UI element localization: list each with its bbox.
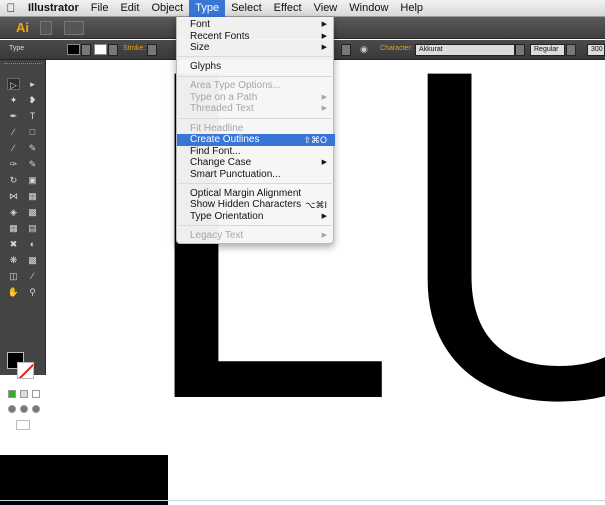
artboard-tool-icon[interactable]: ◫: [7, 270, 20, 282]
menu-effect[interactable]: Effect: [268, 0, 308, 17]
menu-bar:  Illustrator File Edit Object Type Sele…: [0, 0, 605, 17]
menu-item-area-type-options[interactable]: Area Type Options...: [177, 80, 335, 92]
panel-grip[interactable]: [4, 63, 42, 67]
width-tool-icon[interactable]: ⋈: [7, 190, 20, 202]
stroke-weight-stepper[interactable]: [147, 44, 157, 56]
eyedropper-tool-icon[interactable]: ✖: [7, 238, 20, 250]
shortcut-label: ⇧⌘O: [303, 135, 327, 145]
stroke-swatch-icon[interactable]: [17, 362, 34, 379]
tools-panel: ▷ ▸ ✦ ❥ ✒ T ∕ □ ∕ ✎ ✑ ✎ ↻ ▣ ⋈ ▦ ◈ ▩ ▦ ▤ …: [0, 60, 46, 430]
fill-color-swatch[interactable]: [67, 44, 80, 55]
ai-logo: Ai: [16, 20, 29, 35]
font-size-field[interactable]: 300: [587, 44, 605, 56]
menu-file[interactable]: File: [85, 0, 115, 17]
type-menu-dropdown: Font ▶ Recent Fonts ▶ Size ▶ Glyphs Area Ty…: [176, 17, 335, 244]
symbol-sprayer-tool-icon[interactable]: ❋: [7, 254, 20, 266]
pencil-tool-icon[interactable]: ✎: [26, 142, 39, 154]
control-mode-label: Type: [9, 45, 25, 52]
menu-separator: [178, 76, 334, 77]
menu-app-illustrator[interactable]: Illustrator: [22, 0, 85, 17]
draw-inside-icon[interactable]: [32, 405, 40, 413]
menu-item-create-outlines[interactable]: Create Outlines ⇧⌘O: [177, 134, 335, 146]
column-graph-tool-icon[interactable]: ▩: [26, 254, 39, 266]
menu-type[interactable]: Type: [189, 0, 226, 17]
shape-builder-tool-icon[interactable]: ◈: [7, 206, 20, 218]
blend-tool-icon[interactable]: ◐: [26, 238, 39, 250]
menu-item-threaded-text[interactable]: Threaded Text ▶: [177, 103, 335, 115]
letter-l-fragment: [0, 455, 168, 505]
color-mode-icon[interactable]: [8, 390, 16, 398]
menu-window[interactable]: Window: [343, 0, 394, 17]
menu-help[interactable]: Help: [394, 0, 429, 17]
arrange-documents-button[interactable]: [64, 21, 84, 35]
paintbrush-tool-icon[interactable]: ∕: [7, 142, 20, 154]
opacity-dropdown[interactable]: [341, 44, 351, 56]
submenu-arrow-icon: ▶: [321, 21, 327, 28]
character-label[interactable]: Character:: [380, 45, 413, 52]
menu-select[interactable]: Select: [225, 0, 268, 17]
menu-item-glyphs[interactable]: Glyphs: [177, 61, 335, 73]
magic-wand-tool-icon[interactable]: ✦: [7, 94, 20, 106]
menu-item-size[interactable]: Size ▶: [177, 42, 335, 54]
type-tool-icon[interactable]: T: [26, 110, 39, 122]
font-family-dropdown[interactable]: [515, 44, 525, 56]
lasso-tool-icon[interactable]: ❥: [26, 94, 39, 106]
gradient-tool-icon[interactable]: ▤: [26, 222, 39, 234]
pen-tool-icon[interactable]: ✒: [7, 110, 20, 122]
hand-tool-icon[interactable]: ✋: [7, 286, 20, 298]
mesh-tool-icon[interactable]: ▦: [7, 222, 20, 234]
scale-tool-icon[interactable]: ▣: [26, 174, 39, 186]
menu-item-change-case[interactable]: Change Case ▶: [177, 157, 335, 169]
submenu-arrow-icon: ▶: [321, 213, 327, 220]
free-transform-tool-icon[interactable]: ▦: [26, 190, 39, 202]
submenu-arrow-icon: ▶: [321, 159, 327, 166]
font-family-field[interactable]: Akkurat: [415, 44, 515, 56]
rotate-tool-icon[interactable]: ↻: [7, 174, 20, 186]
menu-item-type-orientation[interactable]: Type Orientation ▶: [177, 211, 335, 223]
font-style-field[interactable]: Regular: [530, 44, 565, 56]
apple-icon[interactable]: : [0, 1, 22, 15]
eraser-tool-icon[interactable]: ✎: [26, 158, 39, 170]
menu-item-show-hidden-characters[interactable]: Show Hidden Characters ⌥⌘I: [177, 199, 335, 211]
fill-dropdown[interactable]: [81, 44, 91, 56]
line-tool-icon[interactable]: ∕: [7, 126, 20, 138]
menu-separator: [178, 183, 334, 184]
menu-object[interactable]: Object: [145, 0, 189, 17]
submenu-arrow-icon: ▶: [321, 232, 327, 239]
perspective-grid-tool-icon[interactable]: ▩: [26, 206, 39, 218]
blob-brush-tool-icon[interactable]: ✑: [7, 158, 20, 170]
stroke-dropdown[interactable]: [108, 44, 118, 56]
none-mode-icon[interactable]: [32, 390, 40, 398]
menu-item-font[interactable]: Font ▶: [177, 19, 335, 31]
submenu-arrow-icon: ▶: [321, 105, 327, 112]
submenu-arrow-icon: ▶: [321, 44, 327, 51]
gradient-mode-icon[interactable]: [20, 390, 28, 398]
draw-behind-icon[interactable]: [20, 405, 28, 413]
recolor-icon[interactable]: ◉: [360, 44, 368, 55]
rectangle-tool-icon[interactable]: □: [26, 126, 39, 138]
bridge-button[interactable]: [40, 21, 52, 35]
zoom-tool-icon[interactable]: ⚲: [26, 286, 39, 298]
menu-item-legacy-text[interactable]: Legacy Text ▶: [177, 230, 335, 242]
screen-mode-icon[interactable]: [16, 420, 30, 430]
selection-tool-icon[interactable]: ▷: [7, 78, 20, 90]
artboard-edge: [0, 500, 605, 501]
draw-normal-icon[interactable]: [8, 405, 16, 413]
menu-separator: [178, 118, 334, 119]
shortcut-label: ⌥⌘I: [305, 200, 327, 210]
stroke-label: Stroke:: [123, 45, 146, 52]
menu-separator: [178, 225, 334, 226]
menu-item-smart-punctuation[interactable]: Smart Punctuation...: [177, 169, 335, 181]
menu-edit[interactable]: Edit: [114, 0, 145, 17]
direct-selection-tool-icon[interactable]: ▸: [26, 78, 39, 90]
stroke-color-swatch[interactable]: [94, 44, 107, 55]
menu-view[interactable]: View: [308, 0, 344, 17]
menu-separator: [178, 56, 334, 57]
slice-tool-icon[interactable]: ∕: [26, 270, 39, 282]
font-style-dropdown[interactable]: [566, 44, 576, 56]
